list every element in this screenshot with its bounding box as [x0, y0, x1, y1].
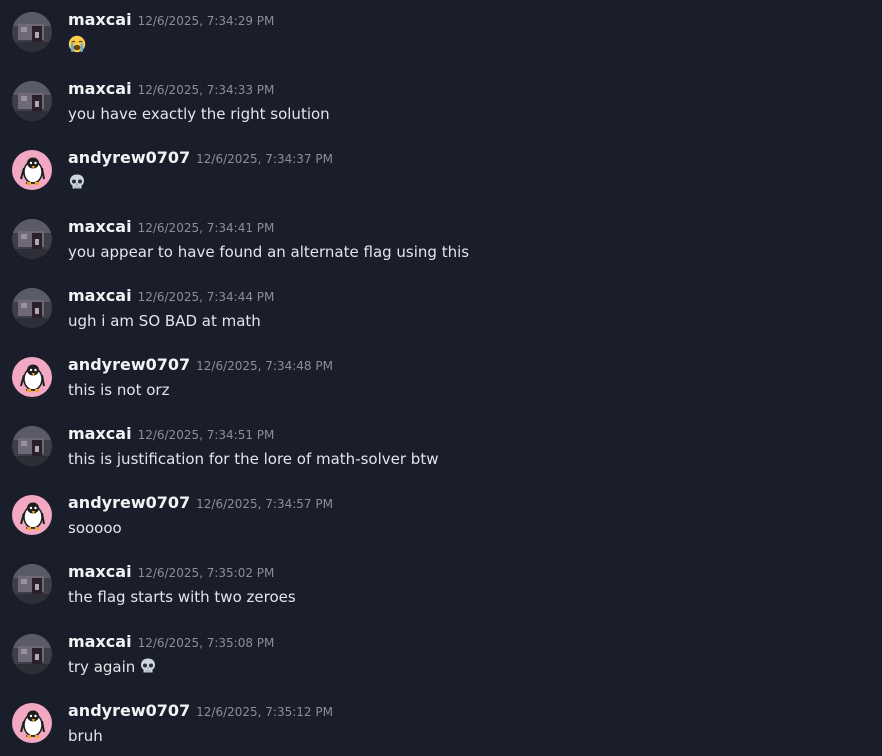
message-header: maxcai 12/6/2025, 7:35:02 PM: [68, 558, 274, 586]
timestamp: 12/6/2025, 7:34:33 PM: [137, 83, 275, 97]
message-item[interactable]: maxcai 12/6/2025, 7:34:29 PM: [0, 6, 882, 75]
message-item[interactable]: maxcai 12/6/2025, 7:34:33 PM you have exac…: [0, 75, 882, 144]
message-header: andyrew0707 12/6/2025, 7:34:37 PM: [68, 144, 333, 172]
message-item[interactable]: andyrew0707 12/6/2025, 7:34:48 PM this is …: [0, 351, 882, 420]
timestamp: 12/6/2025, 7:34:48 PM: [196, 359, 333, 373]
timestamp: 12/6/2025, 7:34:51 PM: [137, 428, 275, 442]
timestamp: 12/6/2025, 7:35:02 PM: [137, 566, 275, 580]
username[interactable]: maxcai: [68, 632, 132, 651]
username[interactable]: andyrew0707: [68, 355, 190, 374]
message-text: this is justification for the lore of ma…: [68, 450, 439, 468]
andyrew0707-penguin-avatar[interactable]: [12, 703, 52, 743]
chat-message-list[interactable]: maxcai 12/6/2025, 7:34:29 PM maxcai 12/6/2…: [0, 0, 882, 756]
timestamp: 12/6/2025, 7:34:57 PM: [196, 497, 333, 511]
message-text: the flag starts with two zeroes: [68, 588, 296, 606]
loudly-crying-face-emoji: [68, 35, 86, 53]
message-header: andyrew0707 12/6/2025, 7:35:12 PM: [68, 697, 333, 725]
andyrew0707-penguin-avatar[interactable]: [12, 150, 52, 190]
maxcai-avatar[interactable]: [12, 288, 52, 328]
username[interactable]: maxcai: [68, 424, 132, 443]
message-content: the flag starts with two zeroes: [68, 586, 296, 608]
message-item[interactable]: maxcai 12/6/2025, 7:34:41 PM you appear to…: [0, 213, 882, 282]
message-content: this is not orz: [68, 379, 169, 401]
username[interactable]: maxcai: [68, 562, 132, 581]
message-item[interactable]: maxcai 12/6/2025, 7:35:08 PM try again: [0, 628, 882, 697]
maxcai-avatar[interactable]: [12, 564, 52, 604]
message-content: try again: [68, 656, 157, 678]
timestamp: 12/6/2025, 7:34:29 PM: [137, 14, 275, 28]
username[interactable]: maxcai: [68, 286, 132, 305]
message-item[interactable]: andyrew0707 12/6/2025, 7:35:12 PM bruh: [0, 697, 882, 756]
message-text: this is not orz: [68, 381, 170, 399]
maxcai-avatar[interactable]: [12, 81, 52, 121]
message-item[interactable]: maxcai 12/6/2025, 7:34:51 PM this is justi…: [0, 420, 882, 489]
username[interactable]: maxcai: [68, 79, 132, 98]
andyrew0707-penguin-avatar[interactable]: [12, 357, 52, 397]
message-item[interactable]: andyrew0707 12/6/2025, 7:34:37 PM: [0, 144, 882, 213]
username[interactable]: maxcai: [68, 10, 132, 29]
message-text: try again: [68, 658, 136, 676]
message-header: maxcai 12/6/2025, 7:34:44 PM: [68, 282, 274, 310]
maxcai-avatar[interactable]: [12, 634, 52, 674]
maxcai-avatar[interactable]: [12, 12, 52, 52]
message-content: bruh: [68, 725, 103, 747]
username[interactable]: andyrew0707: [68, 701, 190, 720]
message-item[interactable]: andyrew0707 12/6/2025, 7:34:57 PM sooooo: [0, 489, 882, 558]
message-header: andyrew0707 12/6/2025, 7:34:57 PM: [68, 489, 333, 517]
timestamp: 12/6/2025, 7:34:37 PM: [196, 152, 333, 166]
message-text: you appear to have found an alternate fl…: [68, 243, 470, 261]
message-header: maxcai 12/6/2025, 7:34:51 PM: [68, 420, 274, 448]
username[interactable]: maxcai: [68, 217, 132, 236]
message-text: you have exactly the right solution: [68, 105, 330, 123]
message-content: [68, 172, 86, 194]
timestamp: 12/6/2025, 7:34:44 PM: [137, 290, 275, 304]
message-content: sooooo: [68, 517, 122, 539]
message-content: ugh i am SO BAD at math: [68, 310, 261, 332]
message-item[interactable]: maxcai 12/6/2025, 7:34:44 PM ugh i am SO B…: [0, 282, 882, 351]
andyrew0707-penguin-avatar[interactable]: [12, 495, 52, 535]
skull-emoji: [68, 173, 86, 191]
message-content: [68, 34, 86, 56]
message-text: sooooo: [68, 519, 122, 537]
message-content: you appear to have found an alternate fl…: [68, 241, 469, 263]
timestamp: 12/6/2025, 7:35:12 PM: [196, 705, 333, 719]
timestamp: 12/6/2025, 7:35:08 PM: [137, 636, 275, 650]
message-text: ugh i am SO BAD at math: [68, 312, 261, 330]
message-header: maxcai 12/6/2025, 7:35:08 PM: [68, 628, 274, 656]
message-text: bruh: [68, 727, 103, 745]
message-header: maxcai 12/6/2025, 7:34:41 PM: [68, 213, 274, 241]
message-item[interactable]: maxcai 12/6/2025, 7:35:02 PM the flag star…: [0, 558, 882, 627]
username[interactable]: andyrew0707: [68, 493, 190, 512]
username[interactable]: andyrew0707: [68, 148, 190, 167]
maxcai-avatar[interactable]: [12, 219, 52, 259]
message-content: you have exactly the right solution: [68, 103, 330, 125]
message-header: andyrew0707 12/6/2025, 7:34:48 PM: [68, 351, 333, 379]
message-content: this is justification for the lore of ma…: [68, 448, 438, 470]
skull-emoji: [139, 657, 157, 675]
message-header: maxcai 12/6/2025, 7:34:33 PM: [68, 75, 274, 103]
maxcai-avatar[interactable]: [12, 426, 52, 466]
timestamp: 12/6/2025, 7:34:41 PM: [137, 221, 275, 235]
message-header: maxcai 12/6/2025, 7:34:29 PM: [68, 6, 274, 34]
